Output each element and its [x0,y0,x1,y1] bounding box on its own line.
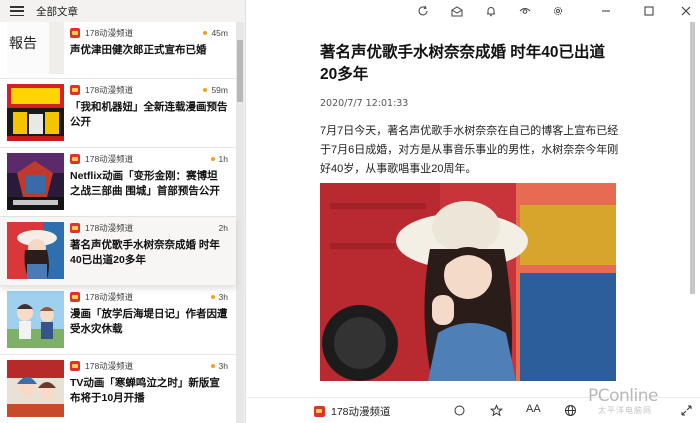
list-item[interactable]: 報告 178动漫频道 45m 声优津田健次郎正式宣布已婚 [0,22,236,79]
feed-pane: 全部文章 報告 178动漫频道 45m 声优津田健次郎正式宣布已婚 178动漫频… [0,0,246,423]
font-size-label: AA [526,403,541,415]
unread-dot-icon [210,364,215,368]
unread-dot-icon [203,31,208,35]
refresh-icon[interactable] [417,5,429,17]
article-date: 2020/7/7 12:01:33 [320,98,409,109]
source-name: 178动漫频道 [85,292,134,302]
article-thumbnail: 報告 [7,22,64,74]
source-name: 178动漫频道 [85,361,134,371]
article-thumbnail [7,84,64,141]
article-title: 著名声优歌手水树奈奈成婚 时年40已出道20多年 [320,44,606,83]
list-item[interactable]: 178动漫频道 59m 「我和机器妞」全新连载漫画预告公开 [0,79,236,148]
article-scrollbar-thumb[interactable] [690,22,695,294]
top-toolbar [247,0,700,22]
item-time: 45m [211,28,228,38]
list-item[interactable]: 178动漫频道 3h TV动画「寒蝉鸣泣之时」新版宣布将于10月开播 [0,355,236,423]
list-item[interactable]: 178动漫频道 1h Netflix动画「变形金刚：赛博坦之战三部曲 围城」首部… [0,148,236,217]
item-headline: 著名声优歌手水树奈奈成婚 时年40已出道20多年 [70,239,220,266]
settings-gear-icon[interactable] [552,5,564,17]
item-meta: 178动漫频道 1h [70,152,236,166]
feed-title: 全部文章 [36,5,78,18]
feed-header: 全部文章 [0,0,245,22]
hamburger-menu-icon[interactable] [10,6,24,16]
source-name: 178动漫频道 [85,154,134,164]
list-item[interactable]: 178动漫频道 3h 漫画「放学后海堤日记」作者因遭受水灾休载 [0,286,236,355]
source-name: 178动漫频道 [85,28,134,38]
item-headline: Netflix动画「变形金刚：赛博坦之战三部曲 围城」首部预告公开 [70,170,220,197]
unread-dot-icon [203,88,208,92]
source-icon [70,85,80,95]
eye-icon[interactable] [519,5,531,17]
source-icon [70,361,80,371]
article-thumbnail [7,222,64,279]
item-time: 3h [218,292,228,302]
item-time: 59m [211,85,228,95]
globe-icon[interactable] [564,404,577,417]
article-list: 報告 178动漫频道 45m 声优津田健次郎正式宣布已婚 178动漫频道 59m… [0,22,236,423]
star-icon[interactable] [490,404,503,417]
article-pane: 著名声优歌手水树奈奈成婚 时年40已出道20多年 2020/7/7 12:01:… [247,0,700,423]
item-headline: TV动画「寒蝉鸣泣之时」新版宣布将于10月开播 [70,377,220,404]
unread-dot-icon [210,295,215,299]
list-item-selected[interactable]: 178动漫频道 2h 著名声优歌手水树奈奈成婚 时年40已出道20多年 [0,217,236,286]
item-meta: 178动漫频道 45m [70,26,236,40]
maximize-icon[interactable] [643,5,655,17]
expand-icon[interactable] [680,404,693,417]
bottom-source-name: 178动漫频道 [331,406,391,418]
item-time: 2h [218,223,228,233]
article-body: 7月7日今天，著名声优歌手水树奈奈在自己的博客上宣布已经于7月6日成婚，对方是从… [320,125,619,175]
feed-scrollbar[interactable] [236,22,244,423]
article-scrollbar[interactable] [688,22,696,294]
feed-scrollbar-thumb[interactable] [237,40,243,102]
circle-icon[interactable] [453,404,466,417]
item-meta: 178动漫频道 3h [70,290,236,304]
item-meta: 178动漫频道 2h [70,221,236,235]
item-meta: 178动漫频道 59m [70,83,236,97]
source-icon [70,28,80,38]
item-time: 1h [218,154,228,164]
minimize-icon[interactable] [600,5,612,17]
mark-all-read-icon[interactable] [451,5,463,17]
source-name: 178动漫频道 [85,85,134,95]
source-icon [70,154,80,164]
source-icon [314,406,325,417]
source-name: 178动漫频道 [85,223,134,233]
bell-icon[interactable] [485,5,497,17]
watermark-sub: 太平洋电脑网 [598,406,652,415]
item-time: 3h [218,361,228,371]
article-thumbnail [7,153,64,210]
article-content: 著名声优歌手水树奈奈成婚 时年40已出道20多年 2020/7/7 12:01:… [320,42,620,179]
article-photo [320,183,616,381]
source-icon [70,292,80,302]
unread-dot-icon [210,157,215,161]
watermark-brand: PConline [588,386,658,406]
item-headline: 「我和机器妞」全新连载漫画预告公开 [70,101,228,128]
close-icon[interactable] [680,5,692,17]
thumbnail-text: 報告 [9,36,37,52]
source-icon [70,223,80,233]
article-thumbnail [7,360,64,417]
article-thumbnail [7,291,64,348]
item-headline: 漫画「放学后海堤日记」作者因遭受水灾休载 [70,308,228,335]
font-size-icon[interactable]: AA [526,403,541,415]
item-headline: 声优津田健次郎正式宣布已婚 [70,44,207,56]
item-meta: 178动漫频道 3h [70,359,236,373]
bottom-source-link[interactable]: 178动漫频道 [314,404,391,419]
